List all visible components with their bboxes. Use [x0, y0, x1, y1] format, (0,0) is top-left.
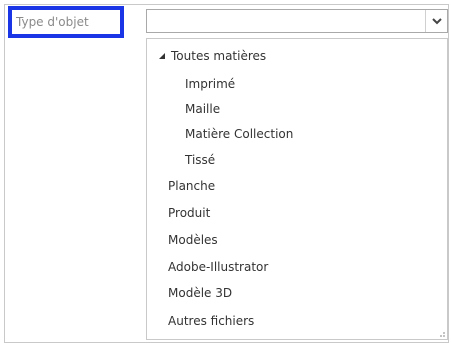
option-label: Modèles — [168, 233, 218, 247]
option-matiere-collection[interactable]: Matière Collection — [185, 122, 293, 146]
field-label-text: Type d'objet — [16, 15, 89, 29]
option-autres-fichiers[interactable]: Autres fichiers — [168, 309, 254, 333]
resize-grip-icon[interactable] — [439, 331, 445, 337]
option-planche[interactable]: Planche — [168, 174, 215, 198]
option-label: Produit — [168, 206, 211, 220]
option-toutes-matieres[interactable]: Toutes matières — [157, 44, 266, 68]
option-imprime[interactable]: Imprimé — [185, 72, 235, 96]
option-adobe-illustrator[interactable]: Adobe-Illustrator — [168, 255, 268, 279]
select-value — [151, 13, 421, 29]
expanded-triangle-icon[interactable] — [159, 53, 165, 59]
option-label: Toutes matières — [171, 49, 267, 63]
option-label: Matière Collection — [185, 127, 294, 141]
option-label: Planche — [168, 179, 216, 193]
option-maille[interactable]: Maille — [185, 97, 220, 121]
option-label: Modèle 3D — [168, 286, 233, 300]
option-label: Imprimé — [185, 77, 236, 91]
option-label: Maille — [185, 102, 221, 116]
option-modeles[interactable]: Modèles — [168, 228, 218, 252]
chevron-down-icon — [431, 18, 442, 25]
option-modele-3d[interactable]: Modèle 3D — [168, 281, 232, 305]
type-objet-select[interactable] — [146, 9, 448, 33]
dropdown-toggle-button[interactable] — [425, 10, 447, 32]
dropdown-list: Toutes matières Imprimé Maille Matière C… — [146, 38, 448, 340]
option-produit[interactable]: Produit — [168, 201, 210, 225]
field-label-type-objet: Type d'objet — [8, 6, 124, 38]
option-tisse[interactable]: Tissé — [185, 148, 215, 172]
option-label: Autres fichiers — [168, 314, 255, 328]
option-label: Tissé — [185, 153, 216, 167]
option-label: Adobe-Illustrator — [168, 260, 269, 274]
